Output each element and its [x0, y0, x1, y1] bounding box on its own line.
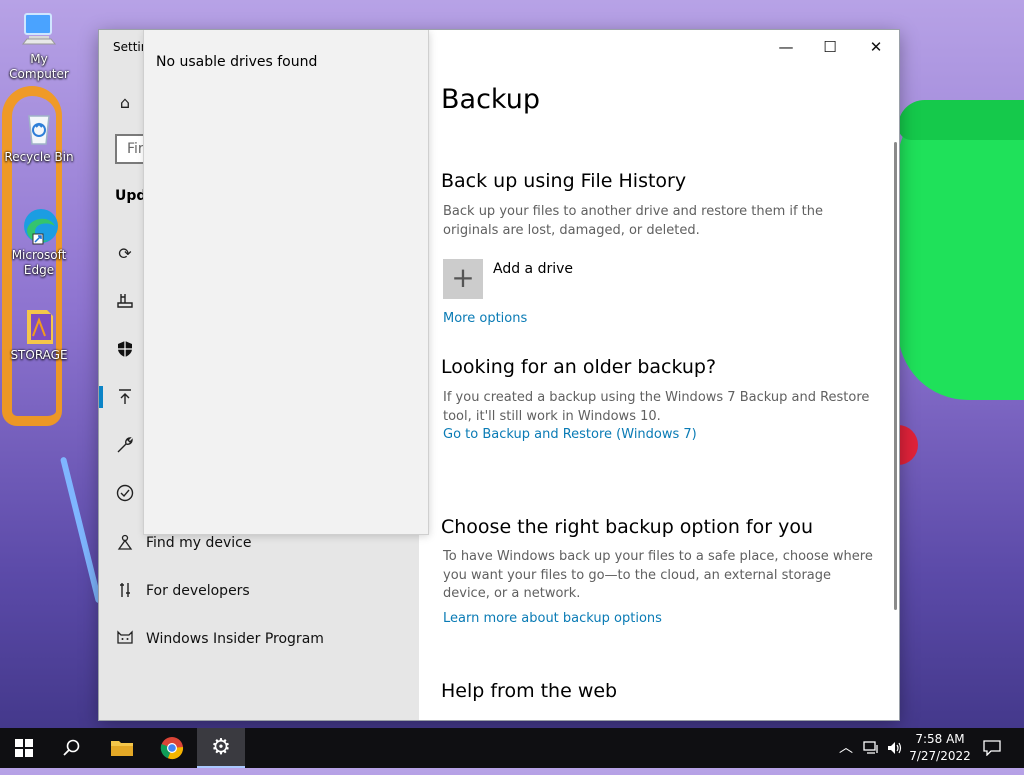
show-hidden-icons-button[interactable]: ︿: [836, 728, 856, 768]
add-drive-label[interactable]: Add a drive: [493, 261, 573, 277]
edge-icon: [19, 206, 59, 246]
nav-item-find-my-device[interactable]: Find my device: [146, 535, 252, 551]
recycle-bin-icon: [19, 108, 59, 148]
start-button[interactable]: [0, 728, 48, 768]
activation-check-icon[interactable]: [115, 484, 135, 504]
desktop-icon-label: My Computer: [9, 52, 69, 81]
older-backup-heading: Looking for an older backup?: [441, 356, 717, 378]
wallpaper-shape-stick: [59, 456, 103, 604]
more-options-link[interactable]: More options: [443, 311, 527, 326]
wrench-icon[interactable]: [115, 436, 135, 456]
add-drive-button[interactable]: +: [443, 259, 483, 299]
desktop-icon-edge[interactable]: Microsoft Edge: [2, 206, 76, 278]
windows-logo-icon: [15, 739, 33, 757]
help-from-web-heading: Help from the web: [441, 680, 618, 702]
folder-icon: [19, 306, 59, 346]
learn-more-backup-link[interactable]: Learn more about backup options: [443, 611, 662, 626]
volume-icon[interactable]: [884, 728, 906, 768]
nav-selected-indicator: [99, 386, 103, 408]
taskbar: ⚙ ︿ 7:58 AM 7/27/2022: [0, 728, 1024, 768]
desktop-icon-my-computer[interactable]: My Computer: [2, 10, 76, 82]
drive-selection-flyout: No usable drives found: [144, 30, 428, 534]
backup-icon[interactable]: [115, 388, 135, 408]
chevron-up-icon: ︿: [839, 740, 853, 756]
folder-icon: [111, 741, 133, 756]
no-drives-message: No usable drives found: [156, 54, 318, 70]
find-my-device-icon: [115, 533, 135, 553]
sync-icon[interactable]: ⟳: [115, 244, 135, 264]
network-icon[interactable]: [860, 728, 882, 768]
desktop-icon-storage[interactable]: STORAGE: [2, 306, 76, 363]
backup-restore-windows7-link[interactable]: Go to Backup and Restore (Windows 7): [443, 427, 697, 442]
choose-option-description: To have Windows back up your files to a …: [443, 549, 873, 601]
file-history-heading: Back up using File History: [441, 170, 687, 192]
desktop-icon-label: Recycle Bin: [4, 150, 74, 164]
wallpaper-shape-red: [898, 425, 918, 465]
desktop-icon-label: STORAGE: [10, 348, 68, 362]
settings-taskbar-button[interactable]: ⚙: [197, 728, 245, 768]
developer-tools-icon: [115, 581, 135, 601]
page-title: Backup: [441, 84, 540, 115]
search-icon: [63, 739, 80, 756]
gear-icon: ⚙: [211, 735, 231, 760]
nav-item-windows-insider[interactable]: Windows Insider Program: [146, 631, 324, 647]
chrome-icon: [160, 737, 184, 760]
wallpaper-shape-green: [898, 100, 1024, 400]
taskbar-clock[interactable]: 7:58 AM 7/27/2022: [904, 731, 976, 765]
clock-time: 7:58 AM: [915, 732, 965, 746]
desktop-icon-label: Microsoft Edge: [11, 248, 67, 277]
nav-item-for-developers[interactable]: For developers: [146, 583, 250, 599]
backup-content-pane: Backup Back up using File History Back u…: [419, 30, 899, 720]
wallpaper-shape-green-top: [898, 100, 1024, 140]
search-button[interactable]: [48, 728, 96, 768]
computer-icon: [19, 10, 59, 50]
action-center-button[interactable]: [980, 728, 1004, 768]
settings-window: Settin ⌂ Fir Upd ⟳ Find my device For de…: [99, 30, 899, 720]
choose-option-heading: Choose the right backup option for you: [441, 516, 813, 538]
file-history-description: Back up your files to another drive and …: [443, 204, 824, 238]
plus-icon: +: [451, 261, 475, 294]
delivery-optimization-icon[interactable]: [115, 292, 135, 312]
desktop-icon-recycle-bin[interactable]: Recycle Bin: [2, 108, 76, 165]
home-icon[interactable]: ⌂: [115, 93, 135, 113]
chrome-button[interactable]: [148, 728, 196, 768]
file-explorer-button[interactable]: [98, 728, 146, 768]
clock-date: 7/27/2022: [909, 749, 971, 763]
nav-section-title: Upd: [115, 188, 147, 204]
insider-cat-icon: [115, 629, 135, 649]
content-scrollbar[interactable]: [894, 142, 897, 610]
shield-icon[interactable]: [115, 340, 135, 360]
notification-icon: [983, 740, 1001, 757]
older-backup-description: If you created a backup using the Window…: [443, 390, 870, 424]
